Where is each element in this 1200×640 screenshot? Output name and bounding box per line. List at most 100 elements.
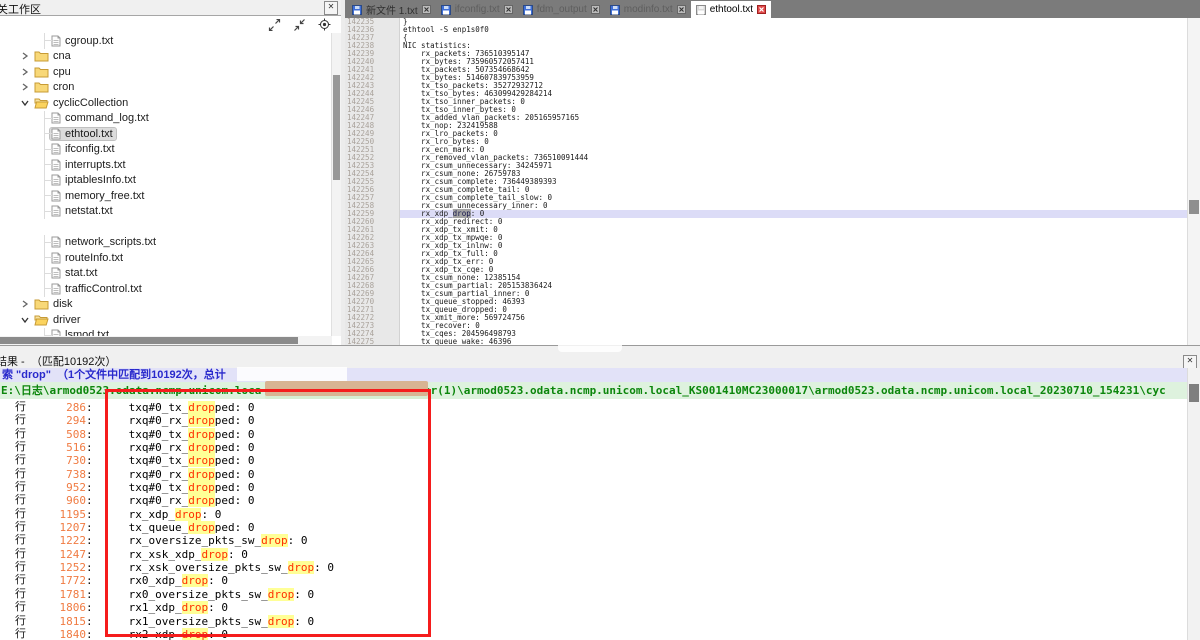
tree-item-netstat-txt[interactable]: netstat.txt (0, 204, 332, 220)
tree-item-lsmod-txt[interactable]: lsmod.txt (0, 328, 332, 337)
result-row[interactable]: 行730:txq#0_tx_dropped: 0 (0, 454, 1188, 467)
tab-close-icon[interactable] (757, 5, 766, 14)
tab-close-icon[interactable] (422, 5, 431, 14)
match-highlight: drop (188, 494, 215, 507)
tab-ifconfig-txt[interactable]: ifconfig.txt (436, 1, 518, 18)
tree-item-command-log-txt[interactable]: command_log.txt (0, 111, 332, 127)
tab--1-txt[interactable]: 新文件 1.txt (347, 1, 436, 18)
result-line-number: 1815 (30, 615, 86, 628)
result-row[interactable]: 行1781:rx0_oversize_pkts_sw_drop: 0 (0, 588, 1188, 601)
tree-item-ifconfig-txt[interactable]: ifconfig.txt (0, 142, 332, 158)
editor-line-text: tx_added_vlan_packets: 205165957165 (400, 114, 1188, 122)
tab-ethtool-txt[interactable]: ethtool.txt (691, 1, 771, 18)
result-row[interactable]: 行508:txq#0_tx_dropped: 0 (0, 428, 1188, 441)
locate-file-icon[interactable] (317, 18, 331, 32)
result-row[interactable]: 行1207:tx_queue_dropped: 0 (0, 521, 1188, 534)
match-highlight: drop (182, 601, 209, 614)
match-highlight: drop (188, 414, 215, 427)
expand-all-icon[interactable] (267, 18, 281, 32)
chevron-right-icon[interactable] (20, 82, 33, 93)
result-row-label: 行 (15, 628, 30, 640)
results-file-path-line[interactable]: E:\日志\armod0523.odata.ncmp.unicom.loca a… (0, 382, 1188, 399)
save-icon (441, 5, 451, 15)
tree-item-routeinfo-txt[interactable]: routeInfo.txt (0, 250, 332, 266)
tree-item-inner: trafficControl.txt (50, 283, 145, 295)
scrollbar-thumb[interactable] (1189, 200, 1199, 214)
result-row[interactable]: 行286:txq#0_tx_dropped: 0 (0, 401, 1188, 414)
tree-item-inner: cpu (33, 66, 74, 78)
collapse-all-icon[interactable] (292, 18, 306, 32)
scrollbar-thumb[interactable] (333, 75, 340, 180)
tree-item-cgroup-txt[interactable]: cgroup.txt (0, 33, 332, 49)
result-match-text: rx2_xdp_drop: 0 (93, 628, 228, 640)
result-row-label: 行 (15, 401, 30, 414)
tree-item-cron[interactable]: cron (0, 80, 332, 96)
chevron-down-icon[interactable] (20, 314, 33, 325)
tab-fdm-output[interactable]: fdm_output (518, 1, 605, 18)
editor-line[interactable]: 142237{ (345, 34, 1188, 42)
result-row[interactable]: 行960:rxq#0_rx_dropped: 0 (0, 494, 1188, 507)
result-row[interactable]: 行1247:rx_xsk_xdp_drop: 0 (0, 548, 1188, 561)
tree-item-driver[interactable]: driver (0, 312, 332, 328)
save-icon (523, 5, 533, 15)
result-row[interactable]: 行1222:rx_oversize_pkts_sw_drop: 0 (0, 534, 1188, 547)
file-icon (51, 236, 61, 248)
result-row[interactable]: 行1252:rx_xsk_oversize_pkts_sw_drop: 0 (0, 561, 1188, 574)
tree-item-ethtool-txt[interactable]: ethtool.txt (0, 126, 332, 142)
tree-item-cpu[interactable]: cpu (0, 64, 332, 80)
chevron-down-icon[interactable] (20, 97, 33, 108)
results-vertical-scrollbar[interactable] (1187, 368, 1200, 640)
result-row[interactable]: 行952:txq#0_tx_dropped: 0 (0, 481, 1188, 494)
tab-modinfo-txt[interactable]: modinfo.txt (605, 1, 691, 18)
result-colon: : (86, 588, 93, 601)
result-row[interactable]: 行1840:rx2_xdp_drop: 0 (0, 628, 1188, 640)
results-summary-text: 索 "drop" （1个文件中匹配到10192次，总计 (2, 368, 226, 382)
result-row[interactable]: 行1815:rx1_oversize_pkts_sw_drop: 0 (0, 615, 1188, 628)
workspace-horizontal-scrollbar[interactable] (0, 336, 332, 345)
match-highlight: drop (175, 508, 202, 521)
chevron-right-icon[interactable] (20, 299, 33, 310)
chevron-right-icon[interactable] (20, 66, 33, 77)
result-row[interactable]: 行294:rxq#0_rx_dropped: 0 (0, 414, 1188, 427)
result-colon: : (86, 508, 93, 521)
result-row-label: 行 (15, 574, 30, 587)
tree-item-trafficcontrol-txt[interactable]: trafficControl.txt (0, 281, 332, 297)
tree-item-stat-txt[interactable]: stat.txt (0, 266, 332, 282)
tree-item-inner: ethtool.txt (50, 128, 116, 140)
tree-item-iptablesinfo-txt[interactable]: iptablesInfo.txt (0, 173, 332, 189)
tree-item-cycliccollection[interactable]: cyclicCollection (0, 95, 332, 111)
tab-label: modinfo.txt (624, 4, 673, 15)
result-row[interactable]: 行1806:rx1_xdp_drop: 0 (0, 601, 1188, 614)
results-close-icon[interactable]: ✕ (1183, 355, 1197, 369)
editor-line-text: } (400, 18, 1188, 26)
editor-content[interactable]: 142235}142236ethtool -S enp1s0f0142237{1… (345, 18, 1188, 345)
result-row-label: 行 (15, 468, 30, 481)
workspace-vertical-scrollbar[interactable] (331, 33, 341, 336)
tree-item-interrupts-txt[interactable]: interrupts.txt (0, 157, 332, 173)
editor-line[interactable]: 142275 tx_queue_wake: 46396 (345, 338, 1188, 345)
workspace-close-icon[interactable]: ✕ (324, 1, 338, 15)
scrollbar-thumb[interactable] (0, 337, 298, 344)
result-colon: : (86, 561, 93, 574)
editor-line[interactable]: 142236ethtool -S enp1s0f0 (345, 26, 1188, 34)
result-row[interactable]: 行1195:rx_xdp_drop: 0 (0, 508, 1188, 521)
tree-item-label: driver (53, 314, 81, 326)
result-row[interactable]: 行516:rxq#0_rx_dropped: 0 (0, 441, 1188, 454)
result-row[interactable]: 行738:rxq#0_rx_dropped: 0 (0, 468, 1188, 481)
tree-item-disk[interactable]: disk (0, 297, 332, 313)
tree-item-cna[interactable]: cna (0, 49, 332, 65)
tree-item-memory-free-txt[interactable]: memory_free.txt (0, 188, 332, 204)
editor-vertical-scrollbar[interactable] (1187, 18, 1200, 345)
tab-close-icon[interactable] (591, 5, 600, 14)
scrollbar-thumb[interactable] (1189, 384, 1199, 402)
tab-close-icon[interactable] (504, 5, 513, 14)
result-row[interactable]: 行1772:rx0_xdp_drop: 0 (0, 574, 1188, 587)
tree-connector (44, 180, 52, 181)
result-row-label: 行 (15, 615, 30, 628)
result-match-text: rx_oversize_pkts_sw_drop: 0 (93, 534, 308, 547)
result-line-number: 294 (30, 414, 86, 427)
tree-item-network-scripts-txt[interactable]: network_scripts.txt (0, 235, 332, 251)
tree-item-label: cpu (53, 66, 71, 78)
tab-close-icon[interactable] (677, 5, 686, 14)
chevron-right-icon[interactable] (20, 51, 33, 62)
